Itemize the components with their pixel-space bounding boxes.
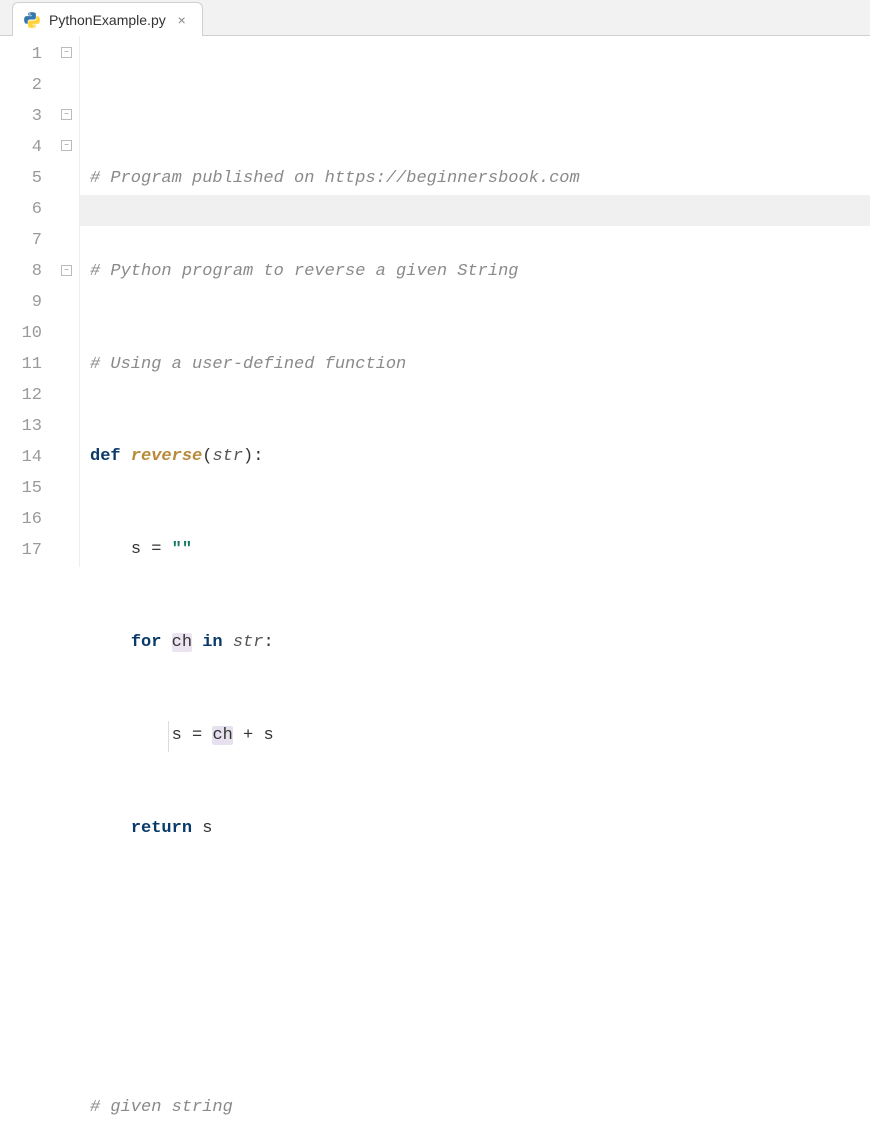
- variable-str: str: [233, 633, 264, 652]
- fold-marker-icon[interactable]: −: [61, 47, 72, 58]
- indent-guide: [168, 721, 169, 752]
- line-number: 10: [0, 319, 42, 350]
- expression: + s: [233, 726, 274, 745]
- line-number: 8: [0, 257, 42, 288]
- assignment: s =: [172, 726, 213, 745]
- close-tab-icon[interactable]: ×: [174, 12, 190, 28]
- line-number: 7: [0, 226, 42, 257]
- code-line: return s: [90, 814, 870, 845]
- fold-marker-icon[interactable]: −: [61, 109, 72, 120]
- fold-marker-icon[interactable]: −: [61, 140, 72, 151]
- code-line: for ch in str:: [90, 628, 870, 659]
- fold-marker-icon[interactable]: −: [61, 265, 72, 276]
- variable-ch: ch: [172, 633, 192, 652]
- line-number: 11: [0, 350, 42, 381]
- line-number: 13: [0, 412, 42, 443]
- line-number: 1: [0, 40, 42, 71]
- code-line: s = ch + s: [90, 721, 870, 752]
- variable-ch: ch: [212, 726, 232, 745]
- line-number: 3: [0, 102, 42, 133]
- line-number: 17: [0, 536, 42, 567]
- code-area[interactable]: # Program published on https://beginners…: [80, 36, 870, 567]
- line-number: 16: [0, 505, 42, 536]
- assignment: s =: [131, 540, 172, 559]
- editor-tab[interactable]: PythonExample.py ×: [12, 2, 203, 36]
- line-number: 14: [0, 443, 42, 474]
- line-number: 5: [0, 164, 42, 195]
- line-number: 2: [0, 71, 42, 102]
- paren: (: [202, 447, 212, 466]
- string-literal: "": [172, 540, 192, 559]
- code-line: # Using a user-defined function: [90, 350, 870, 381]
- keyword-def: def: [90, 447, 121, 466]
- comment: # given string: [90, 1098, 233, 1117]
- fold-gutter: − − − −: [56, 36, 80, 567]
- line-number: 9: [0, 288, 42, 319]
- line-number: 12: [0, 381, 42, 412]
- variable-s: s: [192, 819, 212, 838]
- comment: # Program published on https://beginners…: [90, 169, 580, 188]
- function-name: reverse: [131, 447, 202, 466]
- line-number: 4: [0, 133, 42, 164]
- code-line: s = "": [90, 535, 870, 566]
- code-line: # given string: [90, 1093, 870, 1124]
- keyword-return: return: [131, 819, 192, 838]
- code-line: # Python program to reverse a given Stri…: [90, 257, 870, 288]
- current-line-highlight: [80, 195, 870, 226]
- line-number: 6: [0, 195, 42, 226]
- colon: :: [263, 633, 273, 652]
- keyword-in: in: [202, 633, 222, 652]
- keyword-for: for: [131, 633, 162, 652]
- code-editor[interactable]: 1 2 3 4 5 6 7 8 9 10 11 12 13 14 15 16 1…: [0, 36, 870, 567]
- comment: # Python program to reverse a given Stri…: [90, 262, 518, 281]
- code-line: # Program published on https://beginners…: [90, 164, 870, 195]
- comment: # Using a user-defined function: [90, 355, 406, 374]
- tab-filename: PythonExample.py: [49, 12, 166, 28]
- line-number-gutter: 1 2 3 4 5 6 7 8 9 10 11 12 13 14 15 16 1…: [0, 36, 56, 567]
- code-line: [90, 907, 870, 938]
- python-file-icon: [23, 11, 41, 29]
- code-line: [90, 1000, 870, 1031]
- line-number: 15: [0, 474, 42, 505]
- parameter: str: [212, 447, 243, 466]
- paren-colon: ):: [243, 447, 263, 466]
- tab-bar: PythonExample.py ×: [0, 0, 870, 36]
- code-line: def reverse(str):: [90, 442, 870, 473]
